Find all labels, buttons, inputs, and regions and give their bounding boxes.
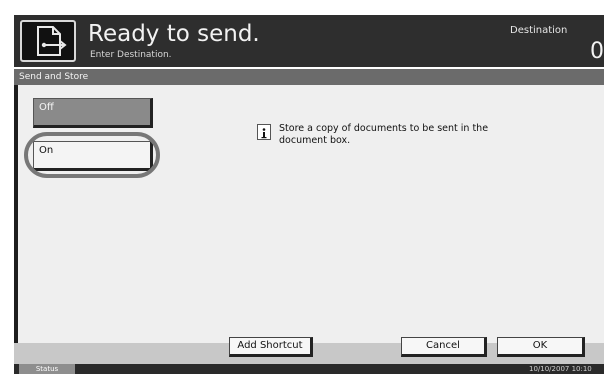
on-button[interactable]: On	[33, 141, 153, 171]
info-icon	[257, 124, 271, 140]
info-icon-graphic	[261, 128, 267, 139]
send-icon	[20, 20, 76, 62]
status-bar: Status 10/10/2007 10:10	[14, 364, 604, 374]
panel-screen: Ready to send. Enter Destination. Destin…	[14, 15, 604, 374]
header: Ready to send. Enter Destination. Destin…	[14, 15, 604, 67]
send-icon-graphic	[37, 26, 67, 56]
page-title: Ready to send.	[88, 21, 260, 47]
destination-label: Destination	[510, 25, 568, 36]
info-message: Store a copy of documents to be sent in …	[279, 123, 489, 146]
cancel-button[interactable]: Cancel	[401, 337, 487, 357]
section-title: Send and Store	[14, 69, 604, 85]
status-button[interactable]: Status	[19, 364, 75, 374]
off-button[interactable]: Off	[33, 98, 153, 128]
destination-count: 0	[590, 39, 604, 64]
left-stripe	[14, 85, 18, 343]
page-subtitle: Enter Destination.	[90, 50, 172, 60]
status-datetime: 10/10/2007 10:10	[529, 365, 592, 373]
ok-button[interactable]: OK	[497, 337, 585, 357]
content-area: Off On Store a copy of documents to be s…	[14, 85, 604, 343]
add-shortcut-button[interactable]: Add Shortcut	[229, 337, 313, 357]
